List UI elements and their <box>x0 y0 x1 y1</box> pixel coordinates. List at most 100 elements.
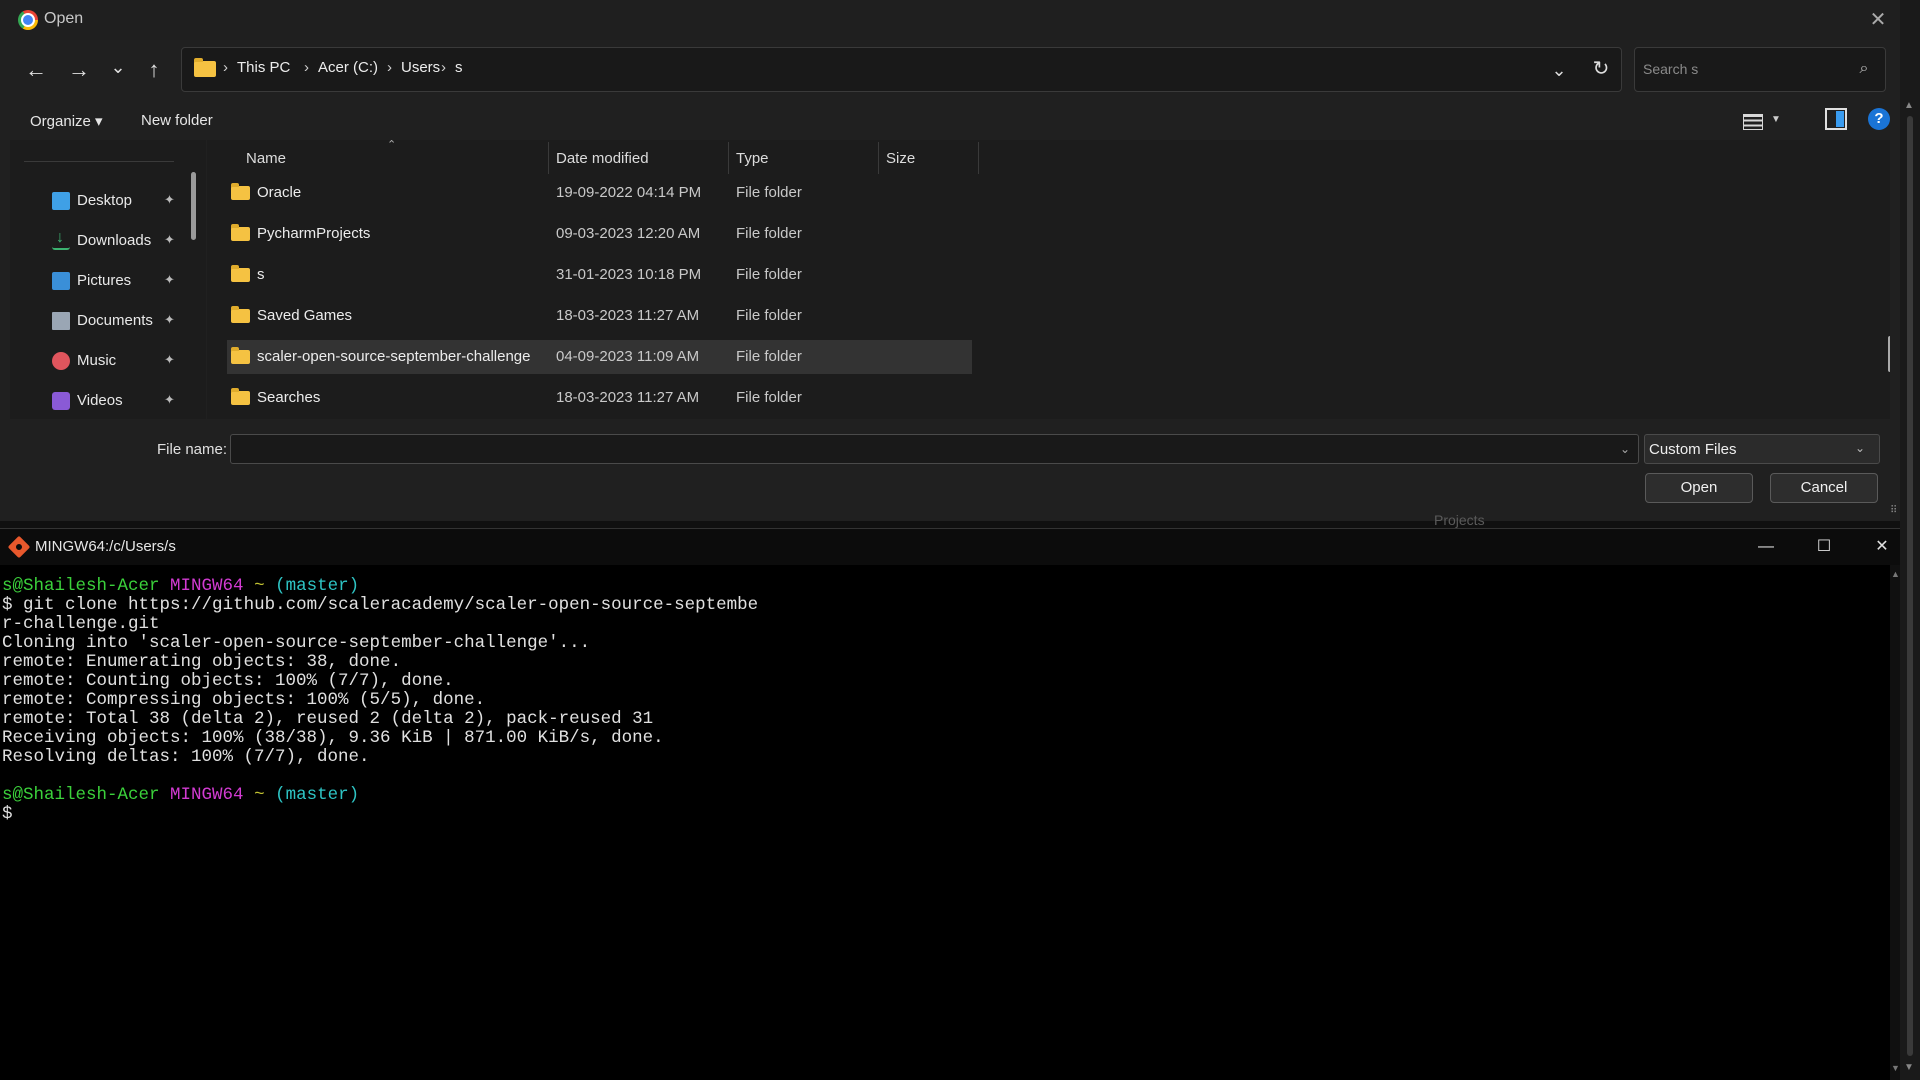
nav-item-label: Videos <box>77 392 123 409</box>
back-button[interactable]: ← <box>19 53 53 87</box>
pin-icon[interactable]: ✦ <box>164 232 175 248</box>
chevron-down-icon: ⌄ <box>1855 441 1866 455</box>
folder-icon <box>231 306 250 323</box>
file-type-select[interactable]: Custom Files ⌄ <box>1644 434 1880 464</box>
chrome-logo-icon <box>18 10 38 30</box>
terminal-output-line: remote: Total 38 (delta 2), reused 2 (de… <box>2 709 654 729</box>
breadcrumb-separator: › <box>441 59 446 76</box>
help-button[interactable]: ? <box>1868 108 1890 130</box>
nav-item-documents[interactable]: Documents ✦ <box>10 303 190 339</box>
file-list-scrollbar[interactable] <box>1888 336 1890 372</box>
file-row[interactable]: Searches 18-03-2023 11:27 AM File folder <box>227 381 972 415</box>
column-divider[interactable] <box>548 142 549 174</box>
background-window-text: Projects <box>1434 512 1485 528</box>
minimize-button[interactable]: — <box>1738 529 1794 565</box>
file-type: File folder <box>736 389 802 406</box>
dialog-titlebar: Open ✕ <box>0 0 1900 40</box>
nav-item-desktop[interactable]: Desktop ✦ <box>10 183 190 219</box>
recent-locations-button[interactable]: ⌄ <box>101 50 135 84</box>
forward-button[interactable]: → <box>62 53 96 87</box>
file-name-combobox[interactable]: ⌄ <box>230 434 1639 464</box>
column-divider[interactable] <box>978 142 979 174</box>
column-header-type[interactable]: Type <box>736 150 769 167</box>
command-line: git clone https://github.com/scaleracade… <box>23 595 759 615</box>
videos-icon <box>52 392 70 410</box>
breadcrumb-this-pc[interactable]: This PC <box>237 59 290 76</box>
prompt-branch: (master) <box>275 576 360 596</box>
file-type: File folder <box>736 348 802 365</box>
maximize-button[interactable]: ☐ <box>1796 529 1852 565</box>
folder-icon <box>231 388 250 405</box>
dialog-close-button[interactable]: ✕ <box>1860 6 1896 34</box>
command-line-wrap: r-challenge.git <box>2 614 160 634</box>
terminal-title: MINGW64:/c/Users/s <box>35 538 176 555</box>
prompt-line: s@Shailesh-Acer MINGW64 ~ (master) <box>2 576 359 596</box>
file-row[interactable]: Saved Games 18-03-2023 11:27 AM File fol… <box>227 299 972 333</box>
scroll-down-icon[interactable]: ▼ <box>1891 1063 1900 1073</box>
breadcrumb-users[interactable]: Users <box>401 59 440 76</box>
column-divider[interactable] <box>878 142 879 174</box>
file-row[interactable]: scaler-open-source-september-challenge 0… <box>227 340 972 374</box>
terminal-scrollbar[interactable]: ▲ ▼ <box>1890 565 1900 1080</box>
search-icon[interactable]: ⌕ <box>1853 58 1875 80</box>
file-row[interactable]: s 31-01-2023 10:18 PM File folder <box>227 258 972 292</box>
breadcrumb-separator: › <box>304 59 309 76</box>
new-folder-button[interactable]: New folder <box>141 112 213 129</box>
organize-button[interactable]: Organize ▾ <box>30 112 103 130</box>
file-name: PycharmProjects <box>257 225 371 242</box>
file-type: File folder <box>736 184 802 201</box>
pin-icon[interactable]: ✦ <box>164 272 175 288</box>
pin-icon[interactable]: ✦ <box>164 392 175 408</box>
column-header-date-modified[interactable]: Date modified <box>556 150 649 167</box>
preview-pane-button[interactable] <box>1825 108 1847 130</box>
nav-item-label: Pictures <box>77 272 132 289</box>
chevron-down-icon[interactable]: ⌄ <box>1615 439 1635 459</box>
breadcrumb-acer-c[interactable]: Acer (C:) <box>318 59 378 76</box>
file-name: Saved Games <box>257 307 353 324</box>
scrollbar-thumb[interactable] <box>1907 116 1913 1056</box>
prompt-line: s@Shailesh-Acer MINGW64 ~ (master) <box>2 785 359 805</box>
nav-item-music[interactable]: Music ✦ <box>10 343 190 379</box>
scroll-up-icon[interactable]: ▲ <box>1904 100 1914 111</box>
scroll-up-icon[interactable]: ▲ <box>1891 569 1900 579</box>
file-date-modified: 18-03-2023 11:27 AM <box>556 389 700 406</box>
column-divider[interactable] <box>728 142 729 174</box>
file-row[interactable]: Oracle 19-09-2022 04:14 PM File folder <box>227 176 972 210</box>
change-view-button[interactable]: ▼ <box>1743 108 1785 136</box>
search-input[interactable] <box>1643 58 1843 80</box>
dialog-toolbar: Organize ▾ New folder ▼ ? <box>10 104 1890 140</box>
nav-item-pictures[interactable]: Pictures ✦ <box>10 263 190 299</box>
pin-icon[interactable]: ✦ <box>164 312 175 328</box>
refresh-button[interactable]: ↻ <box>1586 54 1616 84</box>
breadcrumb-s[interactable]: s <box>455 59 463 76</box>
nav-item-label: Desktop <box>77 192 133 209</box>
search-box[interactable]: ⌕ <box>1634 47 1886 92</box>
pin-icon[interactable]: ✦ <box>164 352 175 368</box>
address-history-dropdown[interactable]: ⌄ <box>1544 56 1574 84</box>
nav-pane-scrollbar[interactable] <box>191 172 196 240</box>
nav-item-videos[interactable]: Videos ✦ <box>10 383 190 419</box>
column-header-name[interactable]: Name <box>246 150 286 167</box>
column-header-size[interactable]: Size <box>886 150 915 167</box>
file-name-input[interactable] <box>237 439 1597 459</box>
nav-item-downloads[interactable]: ↓ Downloads ✦ <box>10 223 190 259</box>
nav-item-label: Music <box>77 352 117 369</box>
file-type: File folder <box>736 307 802 324</box>
scroll-down-icon[interactable]: ▼ <box>1904 1062 1914 1073</box>
open-button[interactable]: Open <box>1645 473 1753 503</box>
desktop-icon <box>52 192 70 210</box>
pin-icon[interactable]: ✦ <box>164 192 175 208</box>
up-button[interactable]: ↑ <box>137 53 171 87</box>
breadcrumb-separator: › <box>223 59 228 76</box>
prompt-path: ~ <box>254 785 265 805</box>
prompt-env: MINGW64 <box>170 576 244 596</box>
file-date-modified: 04-09-2023 11:09 AM <box>556 348 700 365</box>
close-button[interactable]: ✕ <box>1854 529 1910 565</box>
folder-icon <box>231 265 250 282</box>
window-gap <box>0 521 1900 528</box>
terminal-output[interactable]: s@Shailesh-Acer MINGW64 ~ (master) $ git… <box>0 565 1890 1080</box>
git-bash-terminal: MINGW64:/c/Users/s — ☐ ✕ s@Shailesh-Acer… <box>0 528 1900 1080</box>
address-bar[interactable]: › This PC › Acer (C:) › Users › s ⌄ ↻ <box>181 47 1622 92</box>
cancel-button[interactable]: Cancel <box>1770 473 1878 503</box>
file-row[interactable]: PycharmProjects 09-03-2023 12:20 AM File… <box>227 217 972 251</box>
